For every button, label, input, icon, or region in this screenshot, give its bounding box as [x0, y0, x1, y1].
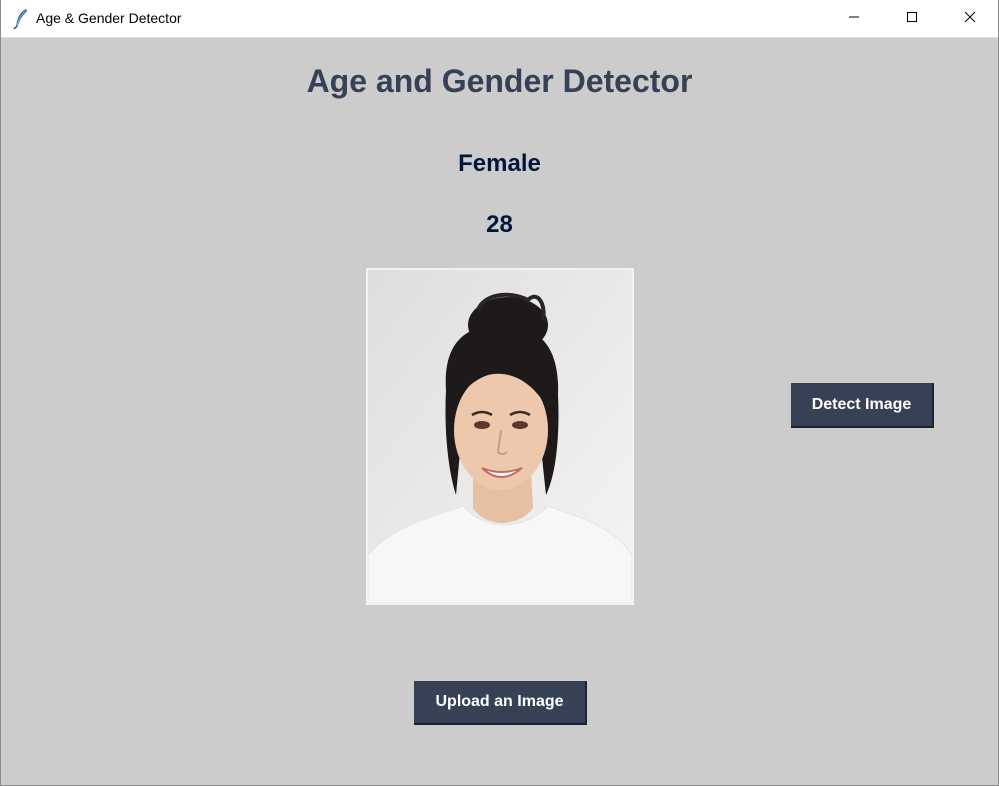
age-result: 28 [486, 211, 513, 238]
uploaded-photo [366, 268, 634, 605]
close-button[interactable] [947, 0, 993, 38]
app-window: Age & Gender Detector Age and Gender Det… [0, 0, 999, 786]
upload-image-button[interactable]: Upload an Image [414, 681, 587, 725]
main-panel: Age and Gender Detector Female 28 Detect… [1, 38, 998, 786]
maximize-button[interactable] [889, 0, 935, 38]
gender-result: Female [458, 150, 541, 177]
page-title: Age and Gender Detector [306, 63, 693, 99]
minimize-button[interactable] [831, 0, 877, 38]
minimize-icon [848, 10, 860, 28]
detect-image-button[interactable]: Detect Image [791, 383, 934, 428]
title-bar: Age & Gender Detector [1, 0, 998, 38]
window-title: Age & Gender Detector [36, 10, 182, 26]
maximize-icon [906, 10, 918, 28]
feather-icon [13, 8, 29, 30]
close-icon [964, 10, 976, 28]
